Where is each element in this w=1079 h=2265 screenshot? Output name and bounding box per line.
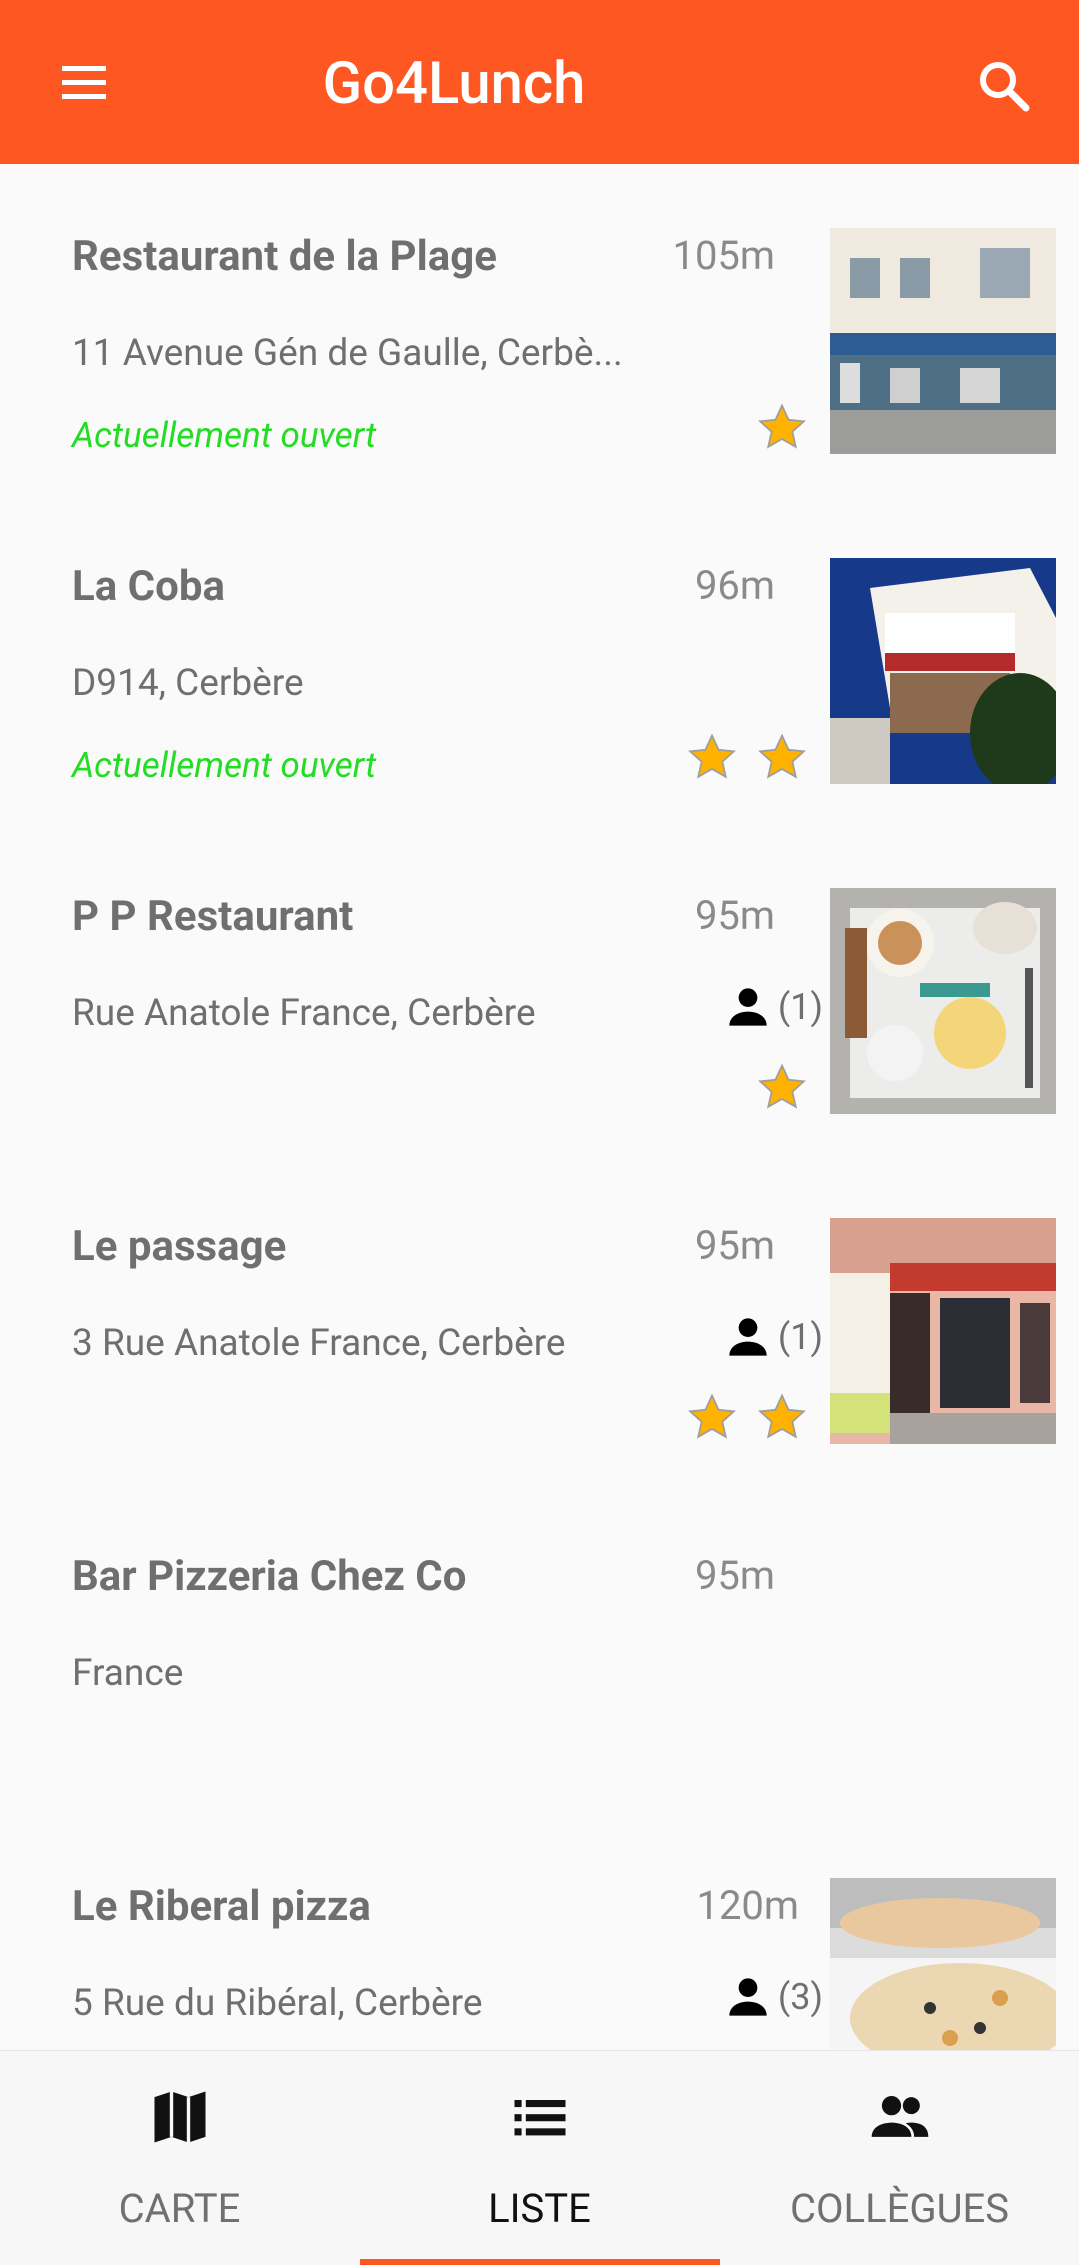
workmates-count: (3) [720, 1969, 823, 2025]
tab-carte[interactable]: CARTE [0, 2051, 359, 2265]
rating-stars [685, 1390, 809, 1444]
restaurant-photo [830, 228, 1056, 454]
star-icon [758, 733, 806, 779]
map-icon [154, 2091, 206, 2143]
tab-label: CARTE [118, 2185, 241, 2232]
restaurant-address: D914, Cerbère [72, 662, 304, 705]
restaurant-name: La Coba [72, 562, 225, 611]
restaurant-distance: 95m [694, 892, 775, 939]
list-icon [514, 2100, 566, 2136]
opening-status: Actuellement ouvert [72, 745, 377, 786]
star-icon [688, 733, 736, 779]
restaurant-item[interactable]: La Coba 96m D914, Cerbère Actuellement o… [0, 494, 1079, 824]
restaurant-distance: 120m [696, 1882, 799, 1929]
star-icon [758, 1063, 806, 1109]
person-icon [729, 1318, 767, 1356]
restaurant-address: 11 Avenue Gén de Gaulle, Cerbè... [72, 332, 623, 375]
restaurant-item[interactable]: Le passage 95m 3 Rue Anatole France, Cer… [0, 1154, 1079, 1484]
restaurant-list[interactable]: Restaurant de la Plage 105m 11 Avenue Gé… [0, 164, 1079, 2050]
opening-status: Actuellement ouvert [72, 415, 377, 456]
tab-liste[interactable]: LISTE [360, 2051, 719, 2265]
restaurant-address: 5 Rue du Ribéral, Cerbère [72, 1982, 483, 2025]
bottom-navigation: CARTE LISTE COLLÈGUES [0, 2050, 1079, 2265]
restaurant-item[interactable]: P P Restaurant 95m Rue Anatole France, C… [0, 824, 1079, 1154]
app-bar: Go4Lunch [0, 0, 1079, 164]
restaurant-item[interactable]: Le Riberal pizza 120m 5 Rue du Ribéral, … [0, 1814, 1079, 2050]
restaurant-photo [830, 1218, 1056, 1444]
rating-stars [755, 1060, 809, 1114]
workmates-count-label: (3) [777, 1976, 823, 2018]
active-tab-indicator [360, 2259, 720, 2265]
restaurant-item[interactable]: Restaurant de la Plage 105m 11 Avenue Gé… [0, 164, 1079, 494]
restaurant-photo [830, 558, 1056, 784]
workmates-count: (1) [720, 979, 823, 1035]
restaurant-name: Le passage [72, 1222, 287, 1271]
restaurant-address: 3 Rue Anatole France, Cerbère [72, 1322, 566, 1365]
restaurant-distance: 95m [694, 1552, 775, 1599]
tab-collegues[interactable]: COLLÈGUES [720, 2051, 1079, 2265]
tab-label: COLLÈGUES [789, 2185, 1010, 2232]
star-icon [758, 403, 806, 449]
star-icon [688, 1393, 736, 1439]
search-icon[interactable] [968, 50, 1040, 122]
person-icon [729, 1978, 767, 2016]
workmates-count-label: (1) [777, 1316, 823, 1358]
workmates-count-label: (1) [777, 986, 823, 1028]
rating-stars [755, 400, 809, 454]
tab-label: LISTE [488, 2185, 591, 2232]
person-icon [729, 988, 767, 1026]
restaurant-distance: 105m [672, 232, 775, 279]
restaurant-item[interactable]: Bar Pizzeria Chez Co 95m France [0, 1484, 1079, 1814]
restaurant-name: P P Restaurant [72, 892, 354, 941]
restaurant-name: Bar Pizzeria Chez Co [72, 1552, 467, 1601]
restaurant-photo [830, 1878, 1056, 2050]
restaurant-distance: 95m [694, 1222, 775, 1269]
restaurant-address: Rue Anatole France, Cerbère [72, 992, 536, 1035]
people-icon [871, 2096, 929, 2137]
restaurant-name: Le Riberal pizza [72, 1882, 371, 1931]
rating-stars [685, 730, 809, 784]
restaurant-name: Restaurant de la Plage [72, 232, 497, 281]
workmates-count: (1) [720, 1309, 823, 1365]
star-icon [758, 1393, 806, 1439]
restaurant-distance: 96m [694, 562, 775, 609]
app-title: Go4Lunch [322, 50, 586, 118]
restaurant-address: France [72, 1652, 184, 1695]
restaurant-photo [830, 888, 1056, 1114]
